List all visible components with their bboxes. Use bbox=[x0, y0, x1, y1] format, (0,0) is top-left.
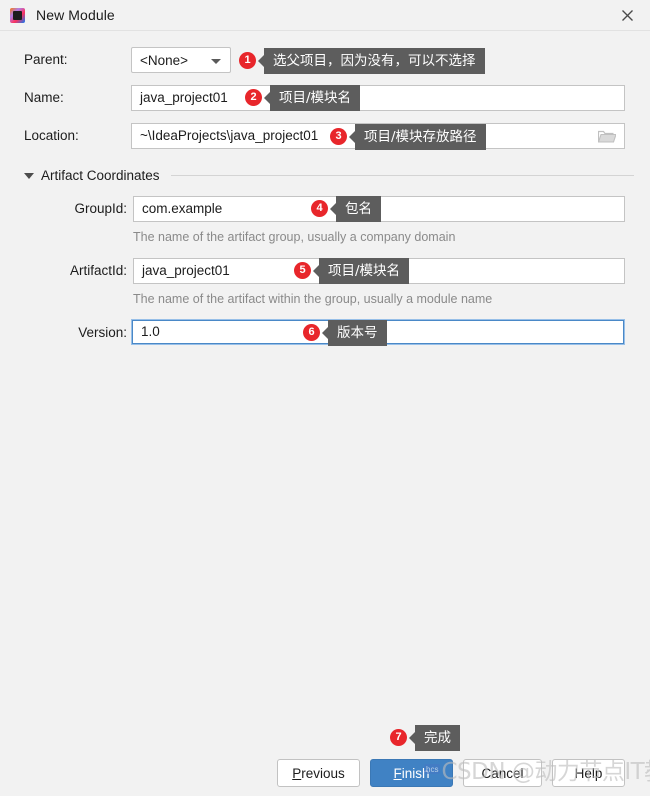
annotation-callout-1: 选父项目，因为没有，可以不选择 bbox=[258, 48, 485, 74]
annotation-callout-7: 完成 bbox=[409, 725, 460, 751]
annotation-badge-2: 2 bbox=[245, 89, 262, 106]
finish-button[interactable]: Finish bbox=[370, 759, 453, 787]
chevron-down-icon bbox=[211, 59, 221, 64]
version-label: Version: bbox=[78, 325, 127, 340]
location-label: Location: bbox=[24, 128, 79, 143]
name-label: Name: bbox=[24, 90, 64, 105]
artifact-id-hint: The name of the artifact within the grou… bbox=[133, 292, 493, 306]
annotation-badge-7: 7 bbox=[390, 729, 407, 746]
intellij-idea-icon bbox=[10, 7, 25, 23]
annotation-callout-3: 项目/模块存放路径 bbox=[349, 124, 486, 150]
cancel-button[interactable]: Cancel bbox=[463, 759, 542, 787]
folder-browse-icon[interactable] bbox=[598, 129, 616, 143]
parent-dropdown-value: <None> bbox=[140, 52, 189, 68]
group-id-hint: The name of the artifact group, usually … bbox=[133, 230, 456, 244]
finish-label-rest: inish bbox=[401, 765, 430, 781]
annotation-callout-5: 项目/模块名 bbox=[312, 258, 410, 284]
annotation-badge-5: 5 bbox=[294, 262, 311, 279]
section-divider bbox=[170, 175, 634, 176]
triangle-down-icon bbox=[24, 172, 34, 179]
help-button[interactable]: Help bbox=[552, 759, 625, 787]
artifact-coordinates-section-header[interactable]: Artifact Coordinates bbox=[24, 168, 634, 183]
close-icon bbox=[622, 10, 633, 21]
artifact-id-label: ArtifactId: bbox=[69, 263, 127, 278]
annotation-callout-4: 包名 bbox=[330, 196, 381, 222]
finish-mnemonic: F bbox=[393, 765, 402, 781]
annotation-badge-4: 4 bbox=[311, 200, 328, 217]
previous-button[interactable]: Previous bbox=[277, 759, 360, 787]
close-button[interactable] bbox=[605, 0, 650, 31]
previous-mnemonic: P bbox=[292, 765, 302, 781]
name-input[interactable]: java_project01 bbox=[131, 85, 625, 111]
annotation-callout-6: 版本号 bbox=[322, 320, 387, 346]
previous-label-rest: revious bbox=[301, 765, 345, 781]
group-id-label: GroupId: bbox=[74, 201, 127, 216]
parent-label: Parent: bbox=[24, 52, 68, 67]
annotation-badge-6: 6 bbox=[303, 324, 320, 341]
annotation-badge-1: 1 bbox=[239, 52, 256, 69]
title-bar: New Module bbox=[0, 0, 650, 31]
annotation-callout-2: 项目/模块名 bbox=[263, 85, 361, 111]
artifact-coordinates-label: Artifact Coordinates bbox=[41, 168, 160, 183]
parent-dropdown[interactable]: <None> bbox=[131, 47, 231, 73]
annotation-badge-3: 3 bbox=[330, 128, 347, 145]
window-title: New Module bbox=[36, 7, 115, 23]
